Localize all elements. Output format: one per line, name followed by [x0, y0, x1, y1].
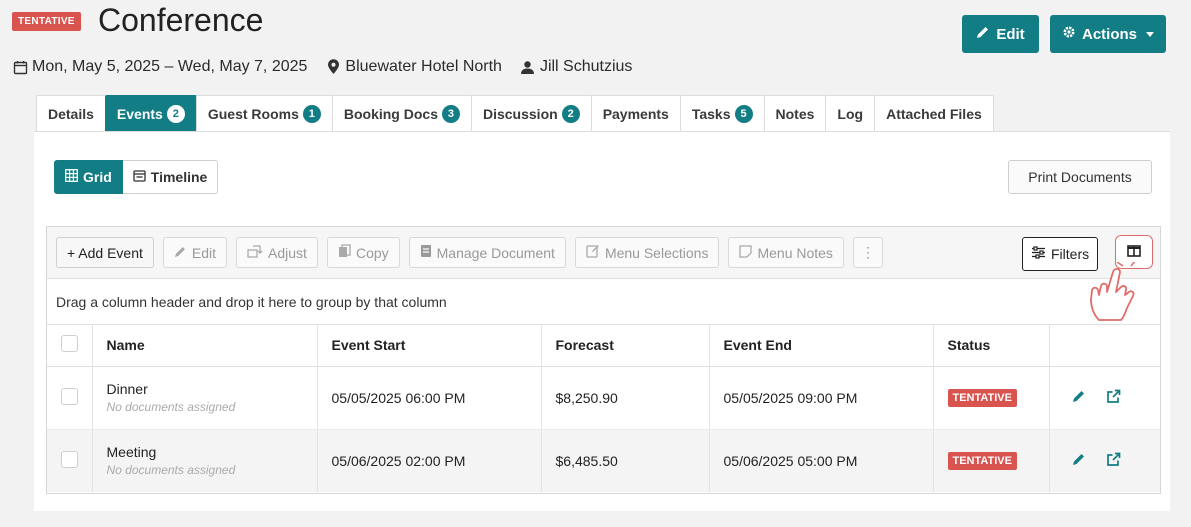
open-external-icon[interactable] — [1106, 452, 1121, 470]
columns-icon — [1127, 244, 1141, 260]
actions-dropdown-button[interactable]: Actions — [1050, 15, 1166, 53]
tab-count-badge: 1 — [302, 105, 321, 123]
forecast-cell: $8,250.90 — [541, 366, 710, 430]
tab-count-badge: 2 — [166, 105, 185, 123]
column-header-forecast[interactable]: Forecast — [541, 325, 710, 367]
event-docs-status: No documents assigned — [106, 400, 236, 414]
column-header-actions — [1049, 325, 1160, 367]
add-event-button[interactable]: + Add Event — [56, 237, 154, 268]
edit-row-pencil-icon[interactable] — [1072, 452, 1086, 469]
tab-discussion[interactable]: Discussion 2 — [470, 95, 592, 132]
actions-button-label: Actions — [1082, 25, 1138, 43]
tab-count-badge: 5 — [734, 105, 753, 123]
status-badge: TENTATIVE — [947, 452, 1017, 471]
edit-row-pencil-icon[interactable] — [1072, 389, 1086, 406]
event-start-cell: 05/05/2025 06:00 PM — [317, 366, 542, 430]
select-all-header — [47, 325, 93, 367]
events-panel: Grid Timeline Print Documents + Add Even… — [34, 131, 1170, 511]
caret-down-icon — [1146, 31, 1155, 37]
grid-icon — [65, 169, 78, 185]
sticky-note-icon — [739, 244, 753, 261]
event-name: Meeting — [106, 444, 157, 461]
menu-notes-button[interactable]: Menu Notes — [728, 237, 844, 268]
event-owner[interactable]: Jill Schutzius — [540, 58, 632, 76]
column-header-name[interactable]: Name — [92, 325, 318, 367]
grid-toolbar: + Add Event Edit Adjust Copy Manage Docu… — [47, 227, 1160, 279]
event-name: Dinner — [106, 381, 148, 397]
forecast-cell: $6,485.50 — [541, 429, 710, 492]
grid-view-button[interactable]: Grid — [54, 160, 123, 194]
pencil-icon — [174, 245, 187, 261]
edit-event-button[interactable]: Edit — [162, 237, 228, 268]
event-meta: Mon, May 5, 2025 – Wed, May 7, 2025 Blue… — [12, 58, 632, 76]
gear-icon — [1062, 25, 1076, 43]
menu-selections-button[interactable]: Menu Selections — [574, 237, 720, 268]
tab-payments[interactable]: Payments — [590, 95, 681, 132]
events-table: Name Event Start Forecast Event End Stat… — [47, 325, 1160, 492]
copy-icon — [338, 244, 351, 261]
view-toggle: Grid Timeline — [54, 160, 219, 194]
tab-tasks[interactable]: Tasks 5 — [679, 95, 765, 132]
events-grid: + Add Event Edit Adjust Copy Manage Docu… — [46, 226, 1161, 494]
pointer-hand-icon — [1085, 260, 1147, 329]
table-row[interactable]: Meeting No documents assigned 05/06/2025… — [47, 429, 1160, 492]
column-header-event-start[interactable]: Event Start — [317, 325, 542, 367]
group-by-drop-zone[interactable]: Drag a column header and drop it here to… — [47, 279, 1160, 325]
status-badge: TENTATIVE — [947, 389, 1017, 407]
event-docs-status: No documents assigned — [106, 463, 236, 478]
adjust-icon — [247, 244, 263, 261]
table-row[interactable]: Dinner No documents assigned 05/05/2025 … — [47, 366, 1160, 430]
event-date-range: Mon, May 5, 2025 – Wed, May 7, 2025 — [32, 58, 308, 75]
column-header-event-end[interactable]: Event End — [709, 325, 934, 367]
tab-guest-rooms[interactable]: Guest Rooms 1 — [195, 95, 333, 132]
edit-button-label: Edit — [996, 25, 1025, 43]
print-documents-button[interactable]: Print Documents — [1008, 160, 1152, 194]
tab-count-badge: 2 — [561, 105, 580, 123]
document-icon — [420, 244, 432, 261]
tab-notes[interactable]: Notes — [763, 95, 827, 132]
row-checkbox[interactable] — [61, 387, 78, 405]
manage-document-button[interactable]: Manage Document — [408, 237, 566, 268]
tab-bar: Details Events 2 Guest Rooms 1 Booking Doc… — [36, 95, 994, 132]
event-location[interactable]: Bluewater Hotel North — [345, 58, 502, 76]
header-status-badge: TENTATIVE — [12, 12, 81, 31]
copy-button[interactable]: Copy — [326, 237, 400, 268]
map-pin-icon — [325, 59, 341, 75]
edit-square-icon — [586, 244, 600, 261]
tab-booking-docs[interactable]: Booking Docs 3 — [331, 95, 472, 132]
column-header-status[interactable]: Status — [933, 325, 1050, 367]
tab-attached-files[interactable]: Attached Files — [874, 95, 994, 132]
row-checkbox[interactable] — [61, 450, 78, 468]
pencil-icon — [976, 25, 990, 43]
calendar-icon — [133, 169, 146, 185]
tab-events[interactable]: Events 2 — [104, 95, 197, 132]
tab-count-badge: 3 — [441, 105, 460, 123]
tab-log[interactable]: Log — [825, 95, 876, 132]
edit-button[interactable]: Edit — [962, 15, 1039, 53]
calendar-icon — [12, 59, 28, 75]
more-options-button[interactable]: ⋮ — [852, 237, 883, 268]
event-end-cell: 05/06/2025 05:00 PM — [709, 429, 934, 492]
table-header-row: Name Event Start Forecast Event End Stat… — [47, 325, 1160, 367]
user-icon — [520, 59, 536, 75]
tab-details[interactable]: Details — [36, 95, 106, 132]
event-end-cell: 05/05/2025 09:00 PM — [709, 366, 934, 430]
select-all-checkbox[interactable] — [61, 335, 78, 353]
event-start-cell: 05/06/2025 02:00 PM — [317, 429, 542, 492]
open-external-icon[interactable] — [1106, 389, 1121, 407]
page-title: Conference — [98, 2, 264, 38]
timeline-view-button[interactable]: Timeline — [122, 160, 219, 194]
adjust-button[interactable]: Adjust — [236, 237, 318, 268]
sliders-icon — [1031, 246, 1046, 262]
